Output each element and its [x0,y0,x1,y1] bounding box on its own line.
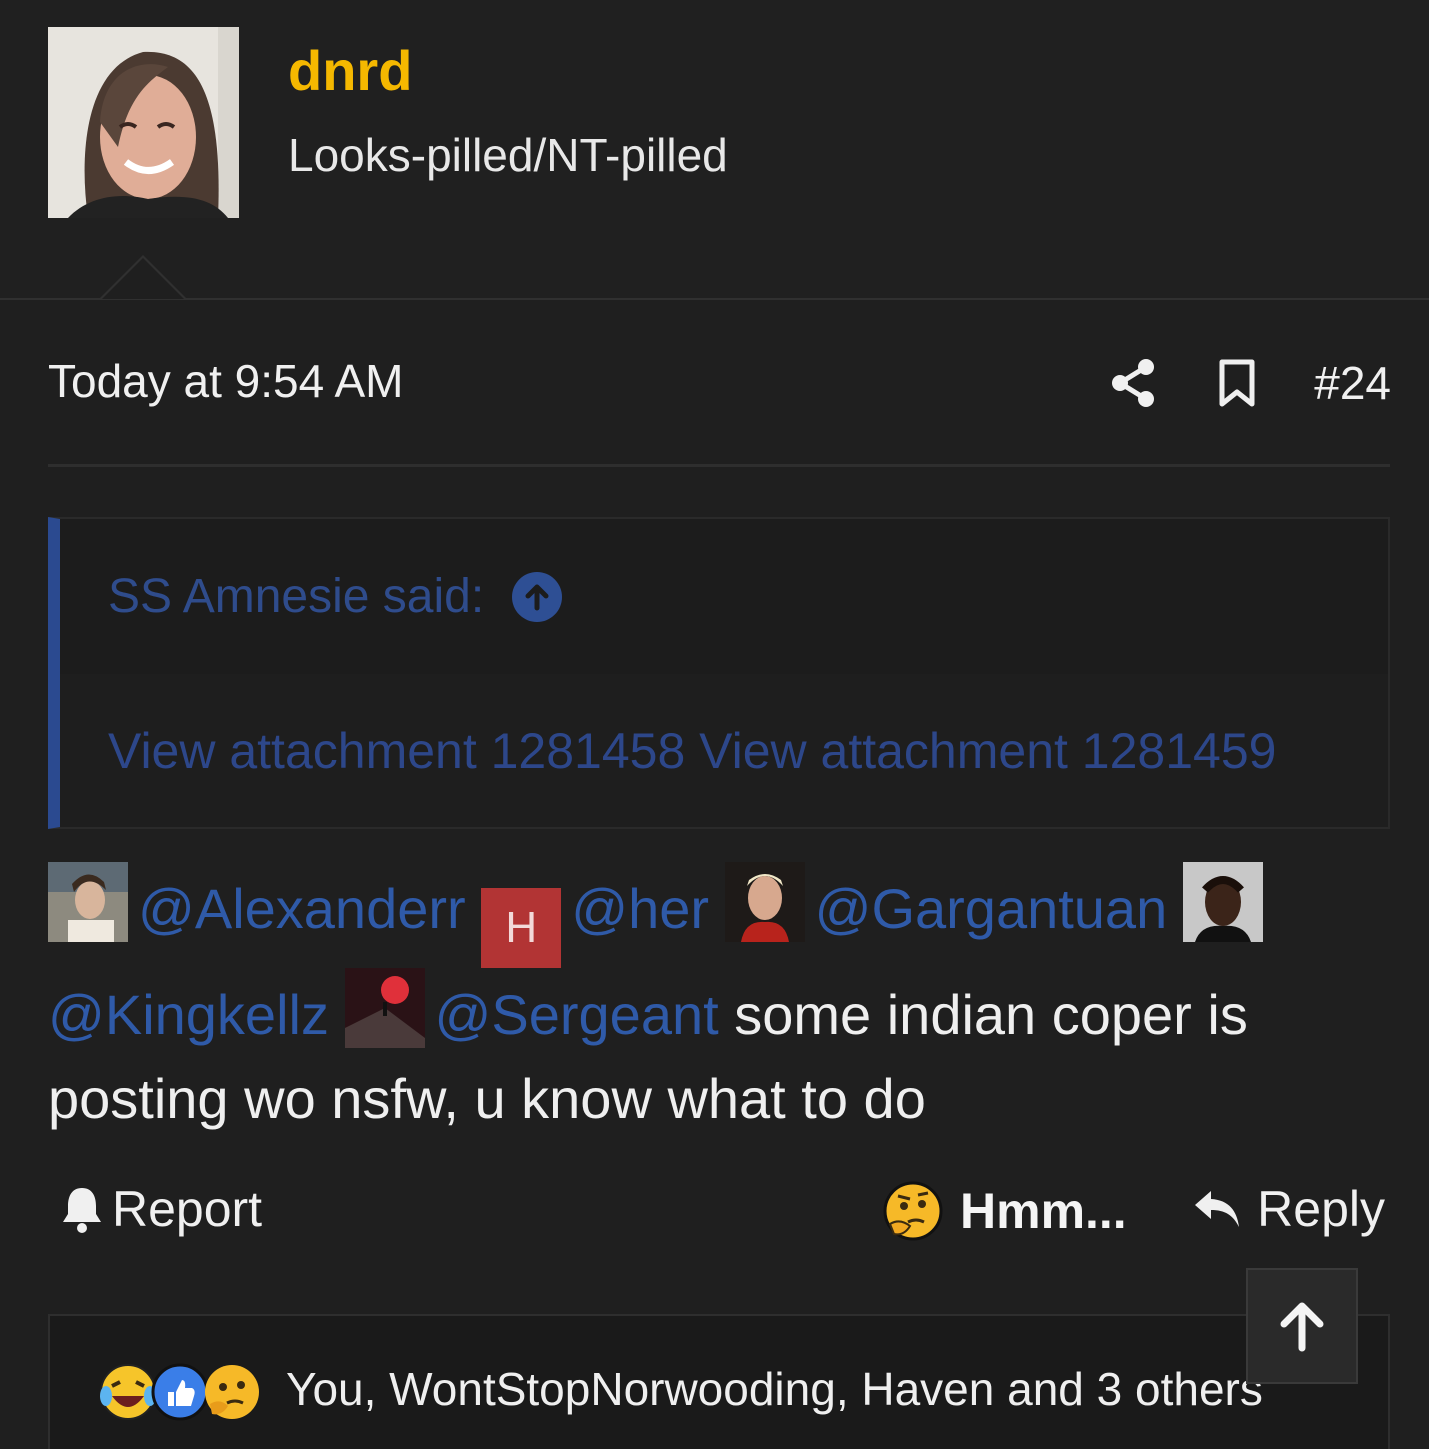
reaction-summary-link[interactable]: You, WontStopNorwooding, Haven and 3 oth… [286,1362,1263,1416]
quote-block: SS Amnesie said: View attachment 1281458… [48,517,1390,829]
mention-avatar-kingkellz [1182,862,1263,942]
username[interactable]: dnrd [288,38,412,103]
user-title: Looks-pilled/NT-pilled [288,129,728,181]
avatar-image [48,27,239,218]
header-pointer [100,255,186,299]
bookmark-icon[interactable] [1210,356,1264,410]
thumbs-up-icon [151,1363,209,1421]
mention-avatar-her: H [481,888,562,968]
mention-avatar-alexanderr [48,862,128,942]
user-avatar[interactable] [48,27,239,218]
mention-link[interactable]: @Kingkellz [48,983,329,1046]
post-timestamp[interactable]: Today at 9:54 AM [48,354,403,408]
post-number-link[interactable]: #24 [1314,356,1391,410]
thinking-icon [205,1365,259,1419]
scroll-to-top-button[interactable] [1246,1268,1358,1384]
report-label: Report [112,1181,263,1237]
report-button[interactable]: Report [60,1180,262,1238]
quote-body[interactable]: View attachment 1281458 View attachment … [60,674,1388,827]
meta-divider [48,464,1390,467]
arrow-up-icon [1280,1302,1324,1352]
quote-author-link[interactable]: SS Amnesie said: [108,569,484,624]
reply-button[interactable]: Reply [1191,1180,1385,1238]
reply-label: Reply [1257,1181,1385,1237]
reactions-bar: You, WontStopNorwooding, Haven and 3 oth… [48,1314,1390,1449]
message-body: @Alexanderr H @her @Gargantuan @Kingkellz… [48,862,1408,1141]
mention-link[interactable]: @Gargantuan [815,877,1168,940]
quote-header: SS Amnesie said: [60,519,1388,674]
mention-link[interactable]: @her [571,877,709,940]
post-meta-actions: #24 [1106,348,1391,418]
laughing-crying-icon [100,1364,156,1420]
user-header: dnrd Looks-pilled/NT-pilled [0,0,1429,300]
mention-link[interactable]: @Alexanderr [138,877,466,940]
reply-icon [1195,1191,1240,1227]
forum-post: dnrd Looks-pilled/NT-pilled Today at 9:5… [0,0,1429,1449]
thinking-icon [883,1181,943,1241]
bell-icon [63,1188,101,1233]
share-icon[interactable] [1106,356,1160,410]
reaction-button[interactable]: Hmm... [882,1180,1127,1242]
mention-avatar-gargantuan [724,862,805,942]
reaction-label: Hmm... [960,1183,1127,1239]
mention-avatar-sergeant [344,968,425,1048]
mention-link[interactable]: @Sergeant [435,983,719,1046]
reaction-icons [98,1362,259,1422]
arrow-up-icon[interactable] [512,571,563,622]
